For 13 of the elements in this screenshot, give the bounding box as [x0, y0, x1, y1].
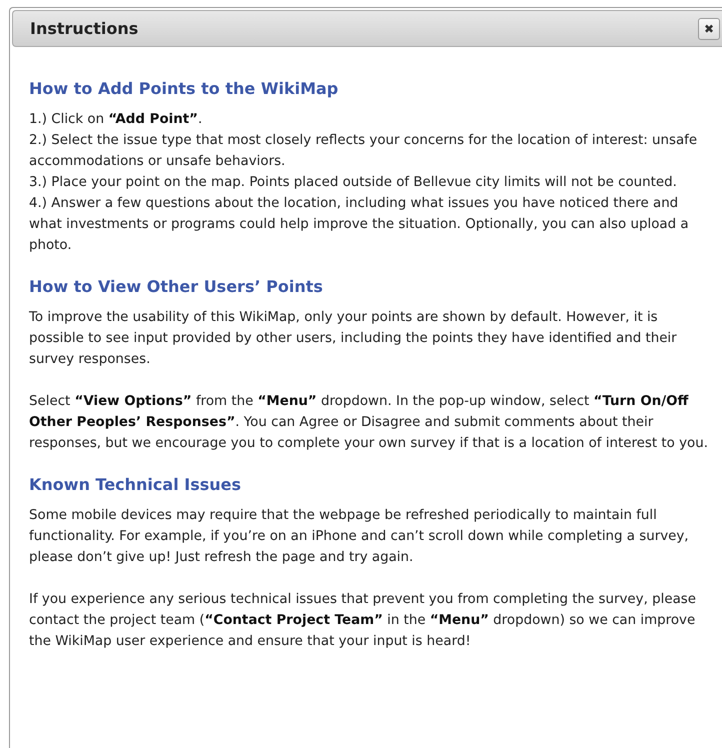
paragraph: 3.) Place your point on the map. Points placed outside of Bellevue city limits will not be counted. [29, 174, 678, 192]
close-button[interactable]: ✖ [698, 18, 720, 40]
section-heading: Known Technical Issues [29, 475, 242, 494]
paragraph: If you experience any serious technical issues that prevent you from completing the survey, please contact the project team (“Contact Project Team” in the “Menu” dropdown) so we can improve the WikiMap user experience and ensure that your input is heard! [29, 591, 697, 651]
paragraph: 1.) Click on “Add Point”. [29, 111, 204, 129]
paragraph: 4.) Answer a few questions about the location, including what issues you have noticed there and what investments or programs could help improve the situation. Optionally, you can also upload a photo. [29, 195, 690, 255]
paragraph: 2.) Select the issue type that most closely reflects your concerns for the location of interest: unsafe accommodations or unsafe behaviors. [29, 132, 698, 171]
paragraph: Some mobile devices may require that the webpage be refreshed periodically to maintain full functionality. For example, if you’re on an iPhone and can’t scroll down while completing a survey, please don’t give up! Just refresh the page and try again. [29, 507, 690, 567]
section-heading: How to View Other Users’ Points [29, 277, 324, 296]
section-heading: How to Add Points to the WikiMap [29, 79, 340, 98]
paragraph: To improve the usability of this WikiMap, only your points are shown by default. However, it is possible to see input provided by other users, including the points they have identified and their survey responses. [29, 309, 678, 369]
dialog-title: Instructions [30, 19, 138, 38]
paragraph: Select “View Options” from the “Menu” dropdown. In the pop-up window, select “Turn On/Off Other Peoples’ Responses”. You can Agree or Disagree and submit comments about their responses, but we encourage you to complete your own survey if that is a location of interest to you. [29, 393, 709, 453]
